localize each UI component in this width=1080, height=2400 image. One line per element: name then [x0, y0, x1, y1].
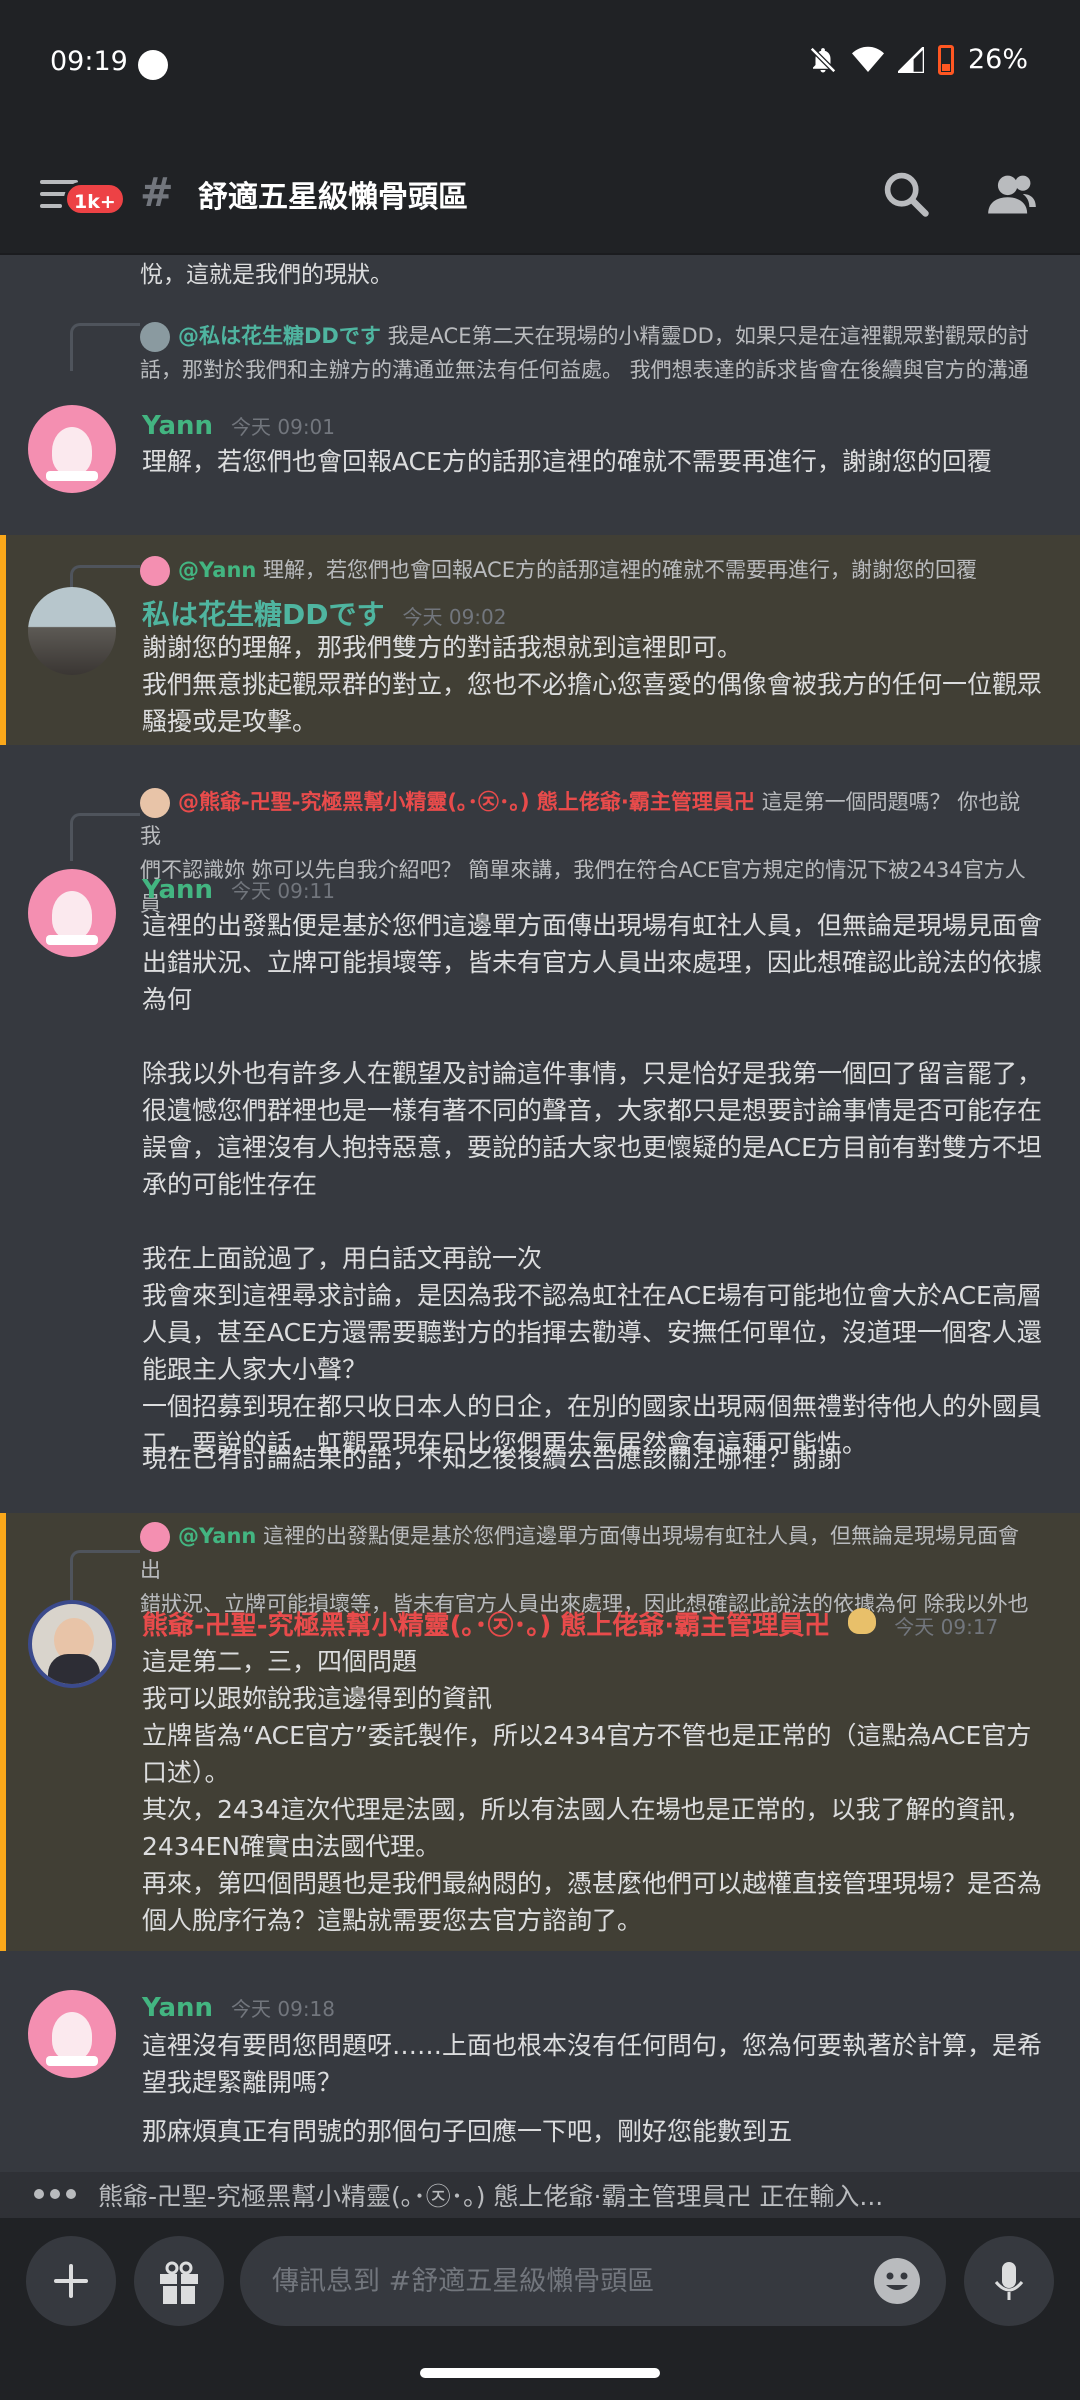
- message-text: 現在已有討論結果的話，不知之後後續公告應該關注哪裡？謝謝: [142, 1444, 843, 1473]
- typing-indicator: 熊爺-卍聖-究極黑幫小精靈(｡･㉨･｡) 態上佬爺·霸主管理員卍 正在輸入...: [0, 2172, 1080, 2218]
- gift-button[interactable]: [134, 2236, 224, 2326]
- message-header: Yann 今天 09:11: [142, 875, 335, 905]
- avatar[interactable]: [28, 1990, 116, 2078]
- battery-icon: [937, 44, 954, 75]
- message-text: 這是第二，三，四個問題 我可以跟妳說我這邊得到的資訊 立牌皆為“ACE官方”委託…: [142, 1647, 1043, 1935]
- timestamp: 今天 09:18: [231, 1997, 336, 2021]
- channel-title[interactable]: 舒適五星級懶骨頭區: [198, 172, 468, 216]
- status-bar: 09:19 26%: [0, 0, 1080, 130]
- reply-avatar: [140, 322, 170, 352]
- message-composer: [0, 2218, 1080, 2400]
- timestamp: 今天 09:11: [231, 879, 336, 903]
- battery-level: 26%: [967, 44, 1028, 75]
- locked-channel-icon: #: [140, 170, 174, 216]
- typing-text: 熊爺-卍聖-究極黑幫小精靈(｡･㉨･｡) 態上佬爺·霸主管理員卍 正在輸入...: [98, 2182, 884, 2211]
- reply-text: 話，那對於我們和主辦方的溝通並無法有任何益處。 我們想表達的訴求皆會在後續與官方…: [140, 358, 1029, 382]
- message-header: Yann 今天 09:01: [142, 411, 335, 441]
- timestamp: 今天 09:01: [231, 415, 336, 439]
- message-text: 這裡的出發點便是基於您們這邊單方面傳出現場有虹社人員，但無論是現場見面會出錯狀況…: [142, 911, 1043, 1458]
- home-indicator[interactable]: [420, 2368, 660, 2378]
- message-header: Yann 今天 09:18: [142, 1993, 335, 2023]
- channel-header: 1k+ # 舒適五星級懶骨頭區: [0, 130, 1080, 255]
- message-header: 熊爺-卍聖-究極黑幫小精靈(｡･㉨･｡) 態上佬爺·霸主管理員卍 今天 09:1…: [142, 1605, 998, 1642]
- reply-avatar: [140, 1522, 170, 1552]
- author-name[interactable]: Yann: [142, 1993, 213, 2023]
- notifications-off-icon: [809, 46, 837, 73]
- reply-avatar: [140, 556, 170, 586]
- reply-author: @私は花生糖DDです: [178, 324, 381, 348]
- reply-text: 這裡的出發點便是基於您們這邊單方面傳出現場有虹社人員，但無論是現場見面會出: [140, 1524, 1020, 1582]
- reply-text: 理解，若您們也會回報ACE方的話那這裡的確就不需要再進行，謝謝您的回覆: [263, 558, 977, 582]
- message-text: 理解，若您們也會回報ACE方的話那這裡的確就不需要再進行，謝謝您的回覆: [142, 447, 992, 476]
- cell-signal-icon: [897, 46, 924, 73]
- message-input[interactable]: [240, 2236, 946, 2326]
- gift-icon: [160, 2261, 198, 2304]
- voice-message-button[interactable]: [964, 2236, 1054, 2326]
- author-name[interactable]: Yann: [142, 875, 213, 905]
- avatar[interactable]: [28, 405, 116, 493]
- reply-preview[interactable]: @Yann 理解，若您們也會回報ACE方的話那這裡的確就不需要再進行，謝謝您的回…: [140, 553, 1040, 587]
- message-header: 私は花生糖DDです 今天 09:02: [142, 593, 507, 633]
- timestamp: 今天 09:17: [894, 1615, 999, 1639]
- plus-icon: [54, 2264, 88, 2298]
- typing-dots-icon: [34, 2189, 76, 2199]
- reply-text: 我是ACE第二天在現場的小精靈DD，如果只是在這裡觀眾對觀眾的討: [387, 324, 1029, 348]
- status-indicators: 26%: [808, 44, 1028, 75]
- timestamp: 今天 09:02: [402, 605, 507, 629]
- message-text: 那麻煩真正有問號的那個句子回應一下吧，剛好您能數到五: [142, 2117, 793, 2146]
- message-text: 謝謝您的理解，那我們雙方的對話我想就到這裡即可。 我們無意挑起觀眾群的對立，您也…: [142, 633, 1043, 736]
- author-name[interactable]: 私は花生糖DDです: [142, 593, 385, 633]
- author-name[interactable]: Yann: [142, 411, 213, 441]
- emoji-picker-icon[interactable]: [874, 2258, 920, 2304]
- reply-connector: [70, 813, 140, 861]
- messenger-icon: [138, 50, 168, 80]
- reply-avatar: [140, 788, 170, 818]
- message-list[interactable]: 悅，這就是我們的現狀。 @私は花生糖DDです 我是ACE第二天在現場的小精靈DD…: [0, 255, 1080, 2180]
- add-attachment-button[interactable]: [26, 2236, 116, 2326]
- avatar[interactable]: [28, 869, 116, 957]
- avatar[interactable]: [28, 587, 116, 675]
- wifi-icon: [851, 46, 884, 72]
- reply-author: @Yann: [178, 1524, 257, 1548]
- author-name[interactable]: 熊爺-卍聖-究極黑幫小精靈(｡･㉨･｡) 態上佬爺·霸主管理員卍: [142, 1605, 830, 1642]
- members-icon[interactable]: [986, 168, 1038, 220]
- reply-preview[interactable]: @私は花生糖DDです 我是ACE第二天在現場的小精靈DD，如果只是在這裡觀眾對觀…: [140, 319, 1040, 387]
- avatar[interactable]: [28, 1600, 116, 1688]
- microphone-icon: [994, 2262, 1024, 2300]
- status-time: 09:19: [50, 46, 128, 77]
- reply-connector: [70, 323, 140, 371]
- reply-connector: [70, 1550, 140, 1600]
- unread-badge: 1k+: [64, 182, 126, 216]
- search-icon[interactable]: [880, 168, 932, 220]
- reply-author: @熊爺-卍聖-究極黑幫小精靈(｡･㉨･｡) 態上佬爺·霸主管理員卍: [178, 790, 755, 814]
- reply-author: @Yann: [178, 558, 257, 582]
- onigiri-emoji-icon: [848, 1608, 877, 1634]
- message-text: 這裡沒有要問您問題呀……上面也根本沒有任何問句，您為何要執著於計算，是希望我趕緊…: [142, 2031, 1043, 2097]
- message-fragment: 悅，這就是我們的現狀。: [140, 262, 393, 288]
